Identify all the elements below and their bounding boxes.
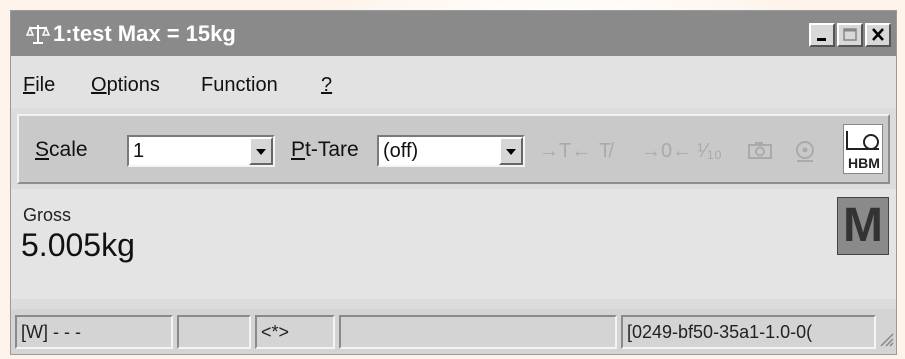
scale-select[interactable]: 1 [127, 135, 275, 167]
status-mode-text: [W] - - - [21, 322, 81, 342]
clear-tare-icon[interactable]: T̸ [599, 140, 611, 163]
camera-icon[interactable] [747, 140, 773, 166]
mode-label: Gross [23, 205, 72, 225]
status-cell-3: <*> [255, 315, 335, 349]
menu-help-accel: ? [321, 74, 333, 96]
status-cell-3-text: <*> [261, 322, 290, 342]
status-cell-mode: [W] - - - [15, 315, 173, 349]
status-bar: [W] - - - <*> [0249-bf50-35a1-1.0-0( [11, 309, 896, 354]
pttare-select[interactable]: (off) [377, 135, 525, 167]
minimize-button[interactable] [809, 23, 835, 47]
menu-file-label: ile [35, 74, 56, 96]
resize-grip-icon[interactable] [878, 331, 894, 352]
hbm-logo: HBM [843, 124, 883, 174]
menu-bar: File Options Function ? [11, 56, 896, 108]
zero-icon[interactable]: →0← [641, 140, 692, 163]
scale-label-accel: S [35, 138, 50, 161]
window-title: 1:test Max = 15kg [53, 21, 236, 46]
scale-select-value: 1 [133, 140, 145, 162]
chevron-down-icon[interactable] [499, 137, 523, 165]
hbm-logo-text: HBM [848, 155, 880, 171]
menu-function[interactable]: Function [201, 74, 278, 96]
pttare-label-accel: P [291, 138, 306, 161]
weight-value: 5.005kg [21, 227, 135, 263]
status-cell-id: [0249-bf50-35a1-1.0-0( [621, 315, 876, 349]
scale-icon [25, 21, 51, 47]
menu-file-accel: F [23, 74, 36, 96]
menu-options[interactable]: Options [91, 74, 160, 96]
scale-label-text: cale [49, 138, 88, 161]
menu-file[interactable]: File [23, 74, 55, 96]
status-id-text: [0249-bf50-35a1-1.0-0( [627, 322, 813, 342]
status-cell-4 [339, 315, 617, 349]
app-window: 1:test Max = 15kg File Options Function … [10, 10, 897, 355]
pttare-label: Pt-Tare [291, 138, 359, 162]
close-button[interactable] [865, 23, 891, 47]
maximize-button[interactable] [837, 23, 863, 47]
motion-indicator: M [837, 197, 889, 255]
chevron-down-icon[interactable] [249, 137, 273, 165]
toolbar: Scale 1 Pt-Tare (off) →T← T̸ →0← ¹⁄₁₀ HB… [17, 114, 890, 184]
menu-options-accel: O [91, 74, 107, 96]
status-cell-2 [177, 315, 251, 349]
scale-label: Scale [35, 138, 88, 162]
title-bar[interactable]: 1:test Max = 15kg [11, 11, 896, 56]
tare-icon[interactable]: →T← [539, 140, 591, 163]
tenth-resolution-icon[interactable]: ¹⁄₁₀ [697, 140, 722, 163]
indicator-letter: M [843, 199, 883, 252]
pttare-select-value: (off) [383, 140, 419, 162]
menu-help[interactable]: ? [321, 74, 332, 96]
menu-options-label: ptions [106, 74, 160, 96]
weight-display: Gross 5.005kg M [11, 189, 896, 299]
pttare-label-text: t-Tare [305, 138, 359, 161]
target-icon[interactable] [793, 140, 817, 168]
